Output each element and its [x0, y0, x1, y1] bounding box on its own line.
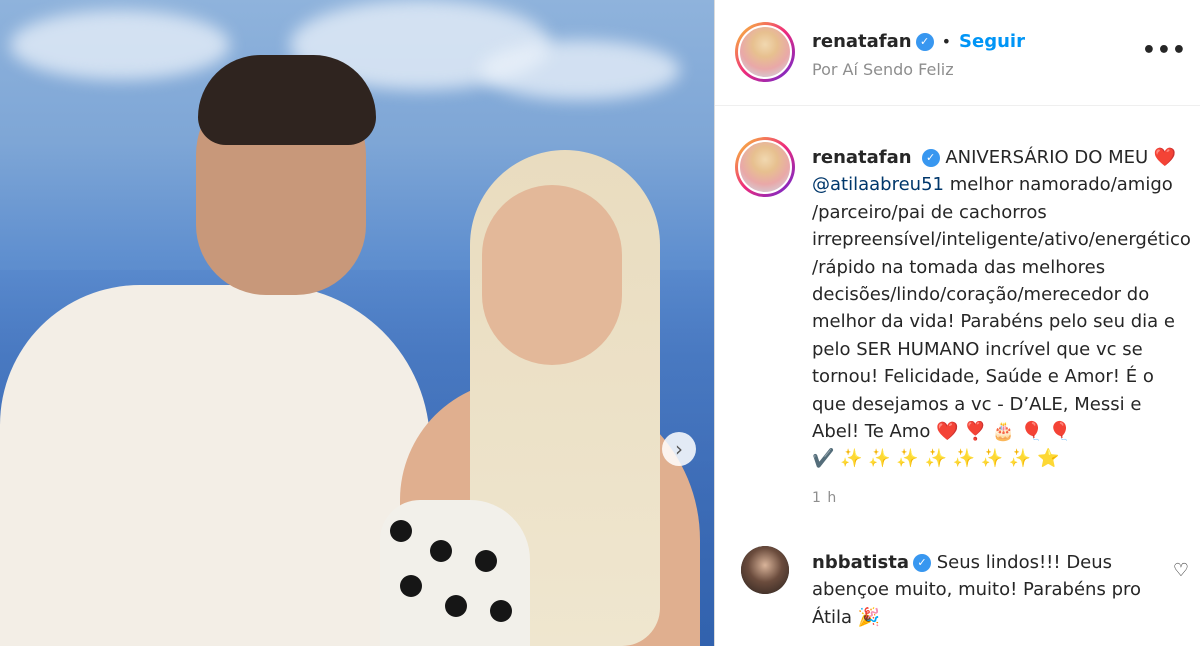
verified-badge-icon: ✓ — [921, 149, 940, 167]
caption-line: que desejamos a vc - D’ALE, Messi e — [812, 393, 1142, 415]
verified-badge-icon: ✓ — [912, 554, 931, 572]
verified-badge-icon: ✓ — [915, 33, 934, 51]
sky-cloud — [480, 40, 680, 100]
commenter-username[interactable]: nbbatista — [812, 552, 909, 573]
post-location[interactable]: Por Aí Sendo Feliz — [812, 60, 954, 79]
caption-line: Abel! Te Amo ❤️ ❣️ 🎂 🎈 🎈 — [812, 421, 1072, 443]
caption-line: tornou! Felicidade, Saúde e Amor! É o — [812, 366, 1154, 388]
mention-link[interactable]: @atilaabreu51 — [812, 174, 944, 195]
post-side-panel: renatafan ✓ • Seguir Por Aí Sendo Feliz •••… — [714, 0, 1200, 646]
caption-line: /rápido na tomada das melhores — [812, 256, 1106, 278]
caption-line: irrepreensível/inteligente/ativo/energét… — [812, 229, 1191, 251]
more-options-icon[interactable]: ••• — [1142, 38, 1187, 63]
caption-line: ✔️ ✨ ✨ ✨ ✨ ✨ ✨ ✨ ⭐ — [812, 448, 1060, 470]
heart-outline-icon[interactable]: ♡ — [1173, 560, 1189, 581]
caption-intro: ANIVERSÁRIO DO MEU ❤️ — [945, 147, 1177, 168]
man-hair — [198, 55, 376, 145]
woman-face — [482, 185, 622, 365]
sky-cloud — [10, 10, 230, 80]
header-line: renatafan ✓ • Seguir — [812, 31, 1025, 52]
post-caption: renatafan ✓ ANIVERSÁRIO DO MEU ❤️ @atilaa… — [812, 144, 1200, 473]
polka-dot-top — [380, 500, 530, 646]
caption-line: decisões/lindo/coração/merecedor do — [812, 284, 1150, 306]
author-username[interactable]: renatafan — [812, 31, 912, 52]
post-header: renatafan ✓ • Seguir Por Aí Sendo Feliz ••• — [715, 0, 1200, 106]
caption-line: melhor namorado/amigo — [943, 174, 1173, 196]
separator-dot: • — [941, 32, 952, 51]
caption-username[interactable]: renatafan — [812, 147, 912, 168]
post-photo[interactable]: › — [0, 0, 714, 646]
comment: nbbatista ✓ Seus lindos!!! Deus abençoe m… — [812, 549, 1172, 631]
man-shirt — [0, 285, 430, 646]
caption-line: melhor da vida! Parabéns pelo seu dia e — [812, 311, 1175, 333]
commenter-avatar[interactable] — [741, 546, 789, 594]
caption-line: /parceiro/pai de cachorros — [812, 201, 1047, 223]
follow-button[interactable]: Seguir — [959, 31, 1025, 52]
author-avatar[interactable] — [735, 22, 795, 82]
caption-avatar[interactable] — [735, 137, 795, 197]
caption-line: pelo SER HUMANO incrível que vc se — [812, 338, 1143, 360]
post-timestamp[interactable]: 1 h — [812, 490, 837, 506]
chevron-right-icon[interactable]: › — [662, 432, 696, 466]
